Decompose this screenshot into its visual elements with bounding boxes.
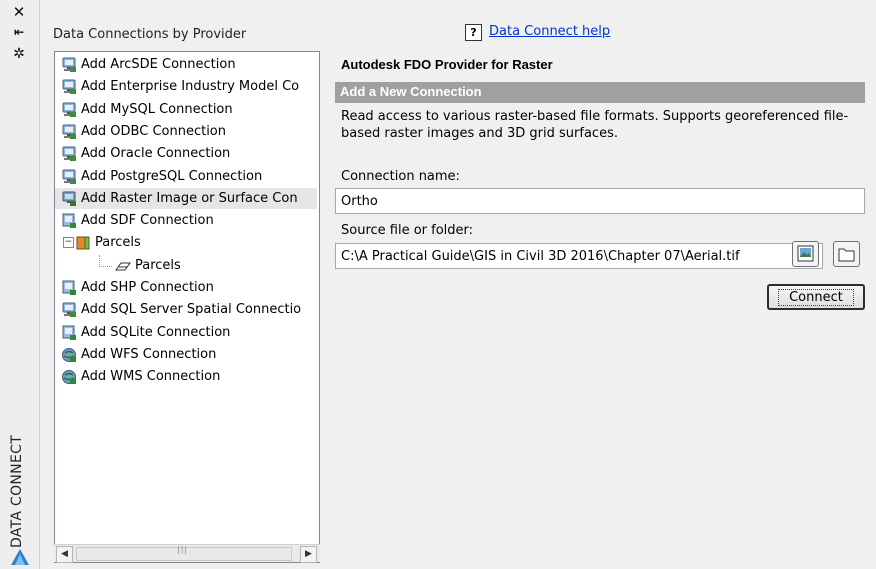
- scroll-right-icon[interactable]: ▶: [300, 546, 317, 563]
- scrollbar-thumb[interactable]: |||: [76, 545, 292, 561]
- palette-sidebar: ✕ ⇤ ✲ DATA CONNECT: [0, 0, 40, 569]
- tree-item-label: Add WMS Connection: [81, 369, 221, 385]
- tree-item-label: Add SHP Connection: [81, 280, 214, 295]
- browse-file-button[interactable]: [792, 241, 819, 267]
- tree-item-label: Add SQLite Connection: [81, 324, 231, 340]
- image-file-icon: [797, 245, 814, 262]
- tree-item[interactable]: Add Enterprise Industry Model Co: [55, 76, 317, 97]
- database-connection-icon: [61, 124, 77, 140]
- database-connection-icon: [61, 57, 77, 73]
- polygon-layer-icon: [115, 258, 131, 274]
- tree-item[interactable]: Add ODBC Connection: [55, 121, 317, 142]
- tree-item[interactable]: Add SQLite Connection: [55, 322, 317, 343]
- tree-item[interactable]: Parcels: [55, 254, 317, 276]
- tree-item[interactable]: Add MySQL Connection: [55, 99, 317, 120]
- source-file-field[interactable]: [335, 243, 823, 269]
- folder-icon: [838, 248, 855, 262]
- tree-item-label: Parcels: [95, 235, 141, 251]
- tree-item-label: Add SDF Connection: [81, 213, 214, 229]
- connect-button[interactable]: Connect: [767, 284, 865, 310]
- tree-item-label: Add PostgreSQL Connection: [81, 168, 263, 184]
- database-connection-icon: [61, 302, 77, 318]
- browse-folder-button[interactable]: [833, 241, 860, 267]
- provider-description: Read access to various raster-based file…: [341, 109, 849, 141]
- raster-connection-icon: [61, 191, 77, 207]
- help-icon[interactable]: ?: [465, 24, 482, 41]
- tree-item[interactable]: Add WMS Connection: [55, 366, 317, 387]
- close-icon[interactable]: ✕: [6, 2, 32, 22]
- tree-item[interactable]: Add ArcSDE Connection: [55, 54, 317, 75]
- web-service-icon: [61, 369, 77, 385]
- scroll-left-icon[interactable]: ◀: [56, 546, 73, 563]
- tree-item-label: Add Enterprise Industry Model Co: [81, 79, 300, 95]
- connection-name-label: Connection name:: [341, 169, 460, 184]
- section-title: Add a New Connection: [340, 84, 482, 99]
- horizontal-scrollbar[interactable]: ◀ ||| ▶: [54, 544, 320, 563]
- auto-hide-icon[interactable]: ⇤: [6, 22, 32, 42]
- tree-item[interactable]: Add SHP Connection: [55, 277, 317, 298]
- tree-item[interactable]: Add PostgreSQL Connection: [55, 166, 317, 187]
- collapse-icon[interactable]: −: [63, 237, 74, 249]
- database-connection-icon: [61, 102, 77, 118]
- web-service-icon: [61, 347, 77, 363]
- tree-item-label: Add MySQL Connection: [81, 101, 233, 117]
- database-connection-icon: [61, 169, 77, 185]
- provider-title: Autodesk FDO Provider for Raster: [341, 57, 553, 72]
- tree-item[interactable]: Add WFS Connection: [55, 344, 317, 365]
- tree-item-label: Add Raster Image or Surface Con: [81, 190, 298, 206]
- tree-item-label: Add WFS Connection: [81, 346, 217, 362]
- tree-item[interactable]: Add Raster Image or Surface Con: [55, 187, 317, 209]
- tree-item[interactable]: Add SQL Server Spatial Connectio: [55, 299, 317, 320]
- file-connection-icon: [61, 325, 77, 341]
- tree-connector: [99, 254, 112, 267]
- tree-item-label: Add SQL Server Spatial Connectio: [81, 302, 302, 318]
- section-header: Add a New Connection: [335, 82, 865, 103]
- database-connection-icon: [61, 79, 77, 95]
- tree-item[interactable]: Add SDF Connection: [55, 210, 317, 231]
- tree-item-label: Add Oracle Connection: [81, 146, 231, 162]
- data-connect-panel: Data Connections by Provider ? Data Conn…: [40, 0, 876, 569]
- connection-name-field[interactable]: [335, 188, 865, 214]
- connect-button-label: Connect: [778, 288, 854, 306]
- help-link[interactable]: Data Connect help: [489, 24, 610, 39]
- provider-tree[interactable]: Add ArcSDE Connection Add Enterprise Indu…: [54, 51, 320, 563]
- panel-title: Data Connections by Provider: [53, 27, 247, 42]
- tree-item[interactable]: − Parcels: [55, 232, 317, 253]
- file-connection-icon: [61, 213, 77, 229]
- feature-source-icon: [75, 235, 91, 251]
- tree-item[interactable]: Add Oracle Connection: [55, 143, 317, 164]
- tree-item-label: Parcels: [135, 257, 181, 273]
- tree-item-label: Add ODBC Connection: [81, 123, 226, 139]
- file-connection-icon: [61, 280, 77, 296]
- autocad-logo-icon: [11, 549, 29, 565]
- database-connection-icon: [61, 146, 77, 162]
- source-file-label: Source file or folder:: [341, 223, 474, 238]
- properties-icon[interactable]: ✲: [6, 44, 32, 64]
- tree-item-label: Add ArcSDE Connection: [81, 57, 236, 72]
